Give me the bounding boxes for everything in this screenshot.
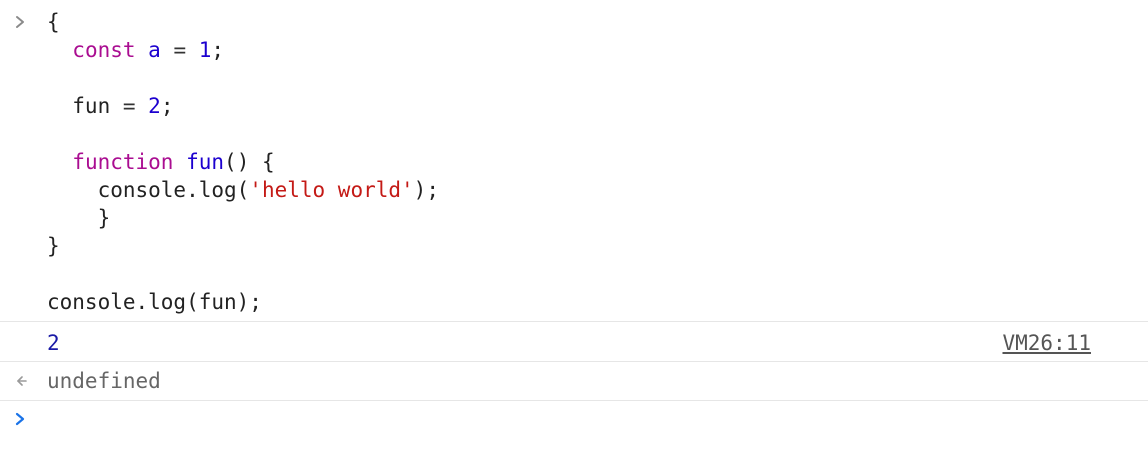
code-line: { (47, 8, 60, 36)
return-arrow-icon (14, 367, 34, 395)
input-prompt-chevron-icon (14, 8, 34, 36)
code-token: ; (211, 38, 225, 62)
code-token: } (47, 234, 60, 258)
console-prompt[interactable] (0, 401, 1148, 473)
code-token: fun (186, 150, 225, 174)
code-token: = (160, 38, 199, 62)
code-line: console.log('hello world'); (47, 176, 439, 204)
code-line: } (47, 232, 60, 260)
code-token: 1 (198, 38, 212, 62)
code-line: function fun() { (47, 148, 275, 176)
code-token: { (47, 10, 60, 34)
console-log-entry: 2 VM26:11 (0, 322, 1148, 362)
code-token: console.log(fun); (47, 290, 262, 314)
code-token: } (47, 206, 111, 230)
code-token: = (110, 94, 149, 118)
console-panel: { const a = 1; fun = 2; function fun() {… (0, 0, 1148, 474)
code-token: 2 (148, 94, 161, 118)
code-line: console.log(fun); (47, 288, 262, 316)
code-line: const a = 1; (47, 36, 224, 64)
code-token: 'hello world' (249, 178, 414, 202)
log-value: 2 (47, 331, 60, 355)
source-location-link[interactable]: VM26:11 (1002, 329, 1091, 357)
code-token: () { (224, 150, 275, 174)
code-token: console.log( (47, 178, 250, 202)
code-token: ; (160, 94, 174, 118)
code-token: a (148, 38, 161, 62)
active-prompt-chevron-icon (14, 405, 34, 433)
code-token: function (72, 150, 174, 174)
code-line: fun = 2; (47, 92, 173, 120)
result-value: undefined (47, 369, 161, 393)
code-token: ); (413, 178, 439, 202)
console-result-entry: undefined (0, 362, 1148, 401)
code-token: fun (47, 94, 111, 118)
console-input-entry: { const a = 1; fun = 2; function fun() {… (0, 0, 1148, 322)
code-token: const (72, 38, 136, 62)
code-line: } (47, 204, 111, 232)
